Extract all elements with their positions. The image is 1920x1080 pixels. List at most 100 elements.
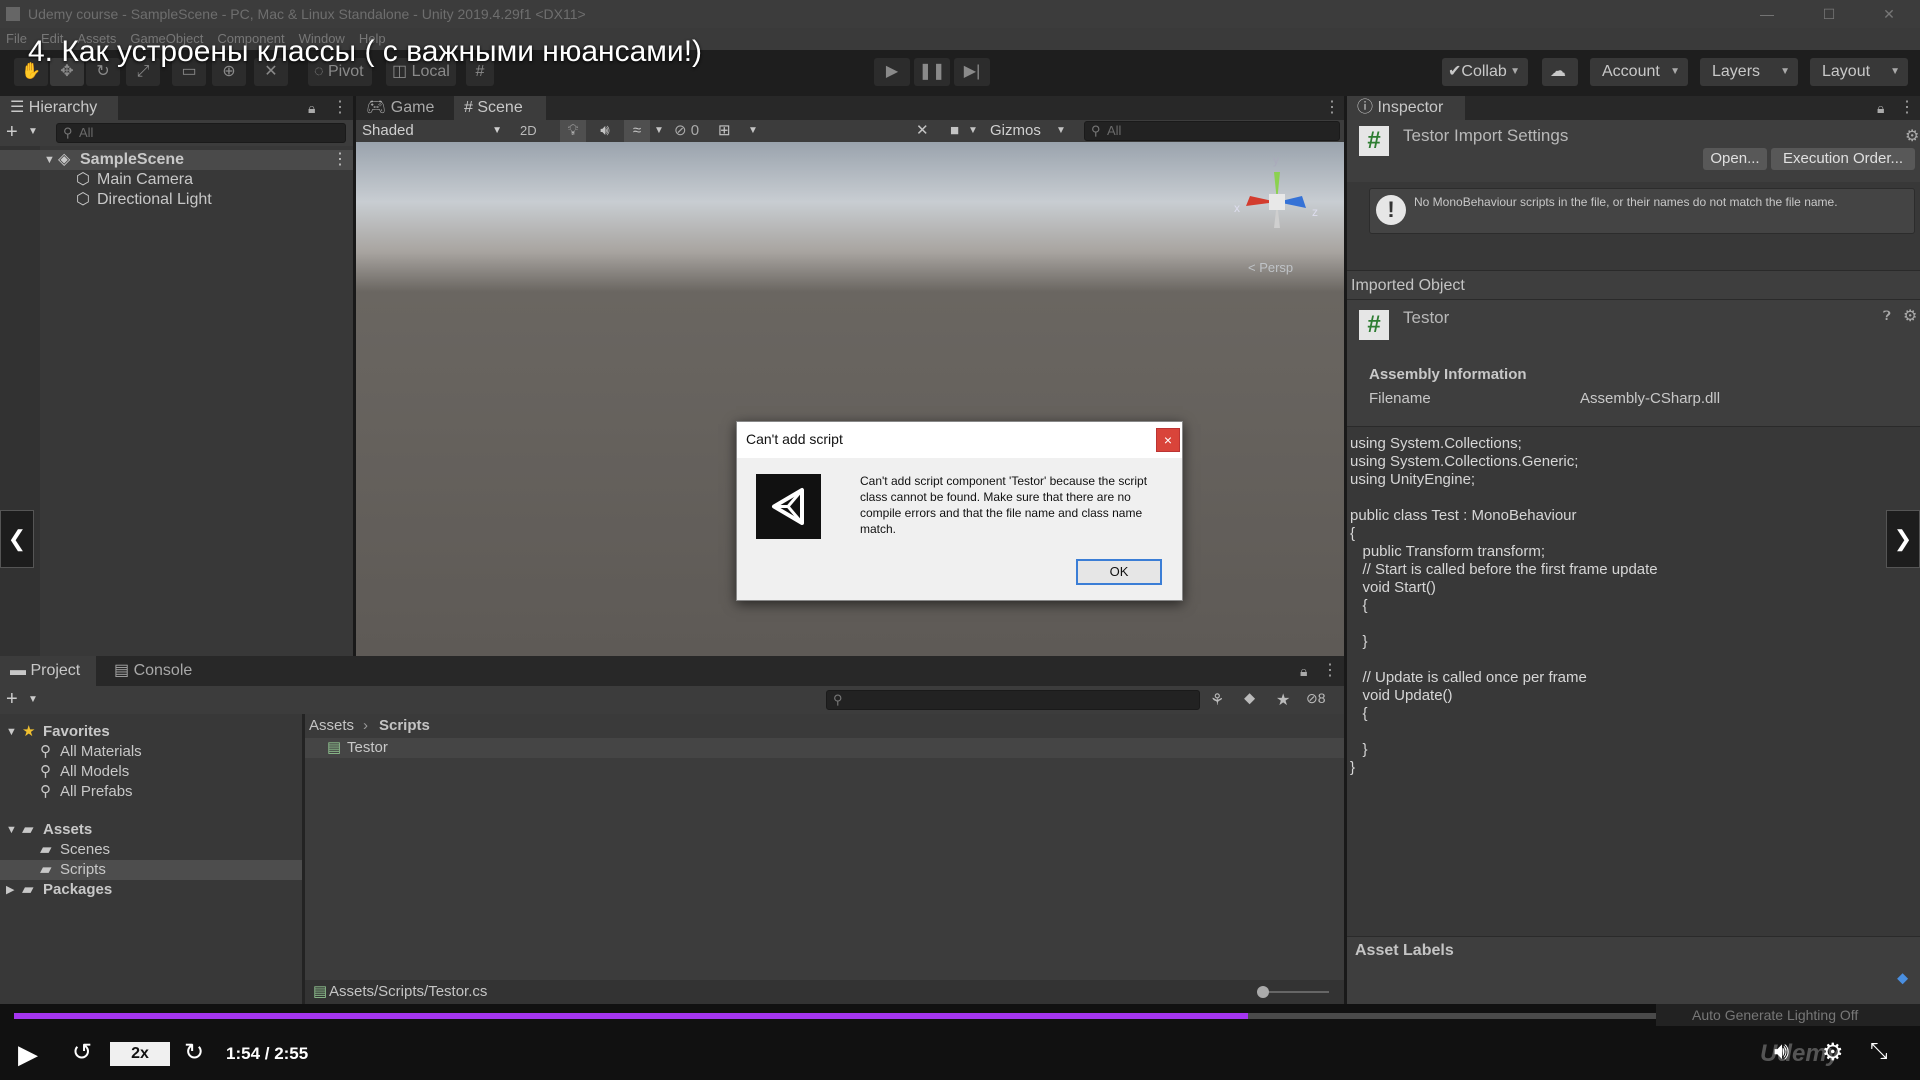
hidden-packages-toggle[interactable]: ⊘8 [1306, 690, 1326, 707]
collapse-arrow-icon[interactable]: ▼ [6, 722, 17, 742]
favorite-item[interactable]: ⚲ All Materials [0, 742, 302, 762]
execution-order-button[interactable]: Execution Order... [1771, 148, 1915, 170]
layers-dropdown[interactable]: Layers ▼ [1700, 58, 1798, 86]
close-window-button[interactable]: ✕ [1866, 0, 1912, 28]
collapse-arrow-icon[interactable]: ▼ [6, 820, 17, 840]
folder-item[interactable]: ▰ Scenes [0, 840, 302, 860]
tab-console[interactable]: ▤ Console [104, 656, 204, 686]
hierarchy-item[interactable]: ⬡ Directional Light [0, 190, 353, 210]
project-tab-bar: ▬ Project ▤ Console 🔒︎ ⋮ [0, 656, 1344, 686]
volume-icon[interactable]: 🔊︎ [1774, 1038, 1789, 1066]
more-options-icon[interactable]: ⋮ [332, 150, 348, 170]
settings-gear-icon[interactable]: ⚙ [1903, 306, 1917, 326]
collab-label: Collab [1461, 63, 1507, 80]
folder-item-selected[interactable]: ▰ Scripts [0, 860, 302, 880]
settings-gear-icon[interactable]: ⚙ [1822, 1038, 1844, 1067]
hidden-objects-toggle[interactable]: ⊘ 0 [674, 120, 699, 142]
assets-row[interactable]: ▼ ▰ Assets [0, 820, 302, 840]
orientation-gizmo[interactable]: y x z [1222, 144, 1332, 254]
menu-file[interactable]: File [6, 28, 27, 50]
rewind-icon[interactable]: ↺ [72, 1038, 92, 1067]
effects-toggle-icon[interactable]: ≈ [624, 120, 650, 142]
add-icon[interactable]: + [6, 121, 18, 144]
toggle-2d-button[interactable]: 2D [520, 120, 537, 142]
more-options-icon[interactable]: ⋮ [1322, 656, 1338, 686]
chevron-down-icon: ▼ [1890, 66, 1900, 77]
chevron-down-icon[interactable]: ▼ [968, 120, 978, 142]
favorite-item[interactable]: ⚲ All Prefabs [0, 782, 302, 802]
lock-icon[interactable]: 🔒︎ [1877, 96, 1884, 120]
next-lecture-icon[interactable]: ❯ [1886, 510, 1920, 568]
gizmo-center-cube[interactable] [1269, 194, 1285, 210]
settings-gear-icon[interactable]: ⚙ [1905, 126, 1919, 146]
pause-button[interactable]: ❚❚ [914, 58, 950, 86]
previous-lecture-icon[interactable]: ❮ [0, 510, 34, 568]
tab-game[interactable]: 🎮︎ Game [356, 96, 452, 120]
more-options-icon[interactable]: ⋮ [1899, 96, 1915, 120]
scene-row[interactable]: ▼ ◈ SampleScene ⋮ [0, 150, 353, 170]
tab-project[interactable]: ▬ Project [0, 656, 96, 686]
label-tag-icon[interactable]: ⬥ [1897, 970, 1908, 988]
chevron-down-icon: ▼ [492, 125, 502, 136]
favorite-item[interactable]: ⚲ All Models [0, 762, 302, 782]
breadcrumb-assets[interactable]: Assets [309, 714, 354, 738]
chevron-down-icon[interactable]: ▼ [748, 120, 758, 142]
shading-mode-dropdown[interactable]: Shaded ▼ [358, 121, 508, 141]
unity-logo-icon [756, 474, 821, 539]
hierarchy-search-input[interactable]: All [56, 123, 346, 143]
scene-search-input[interactable]: All [1084, 121, 1340, 141]
progress-track[interactable] [14, 1013, 1906, 1019]
icon-size-slider-thumb[interactable] [1257, 986, 1269, 998]
search-by-label-icon[interactable]: ⬥ [1244, 690, 1255, 708]
collapse-arrow-icon[interactable]: ▼ [44, 150, 55, 170]
lock-icon[interactable]: 🔒︎ [1300, 656, 1307, 686]
help-icon[interactable]: ❓︎ [1883, 308, 1891, 324]
exit-fullscreen-icon[interactable]: ⤡ [1870, 1038, 1888, 1064]
chevron-down-icon[interactable]: ▼ [28, 694, 38, 705]
more-options-icon[interactable]: ⋮ [332, 96, 348, 120]
play-button[interactable]: ▶ [874, 58, 910, 86]
code-line: } [1350, 633, 1368, 650]
camera-icon[interactable]: ■ [950, 120, 959, 142]
search-by-type-icon[interactable]: ⚘ [1210, 690, 1224, 710]
play-icon[interactable]: ▶ [18, 1036, 54, 1072]
dialog-ok-button[interactable]: OK [1076, 559, 1162, 585]
gizmos-button[interactable]: Gizmos [990, 120, 1041, 142]
projection-label[interactable]: < Persp [1248, 260, 1293, 275]
expand-arrow-icon[interactable]: ▶ [6, 880, 14, 900]
layout-dropdown[interactable]: Layout ▼ [1810, 58, 1908, 86]
tab-scene[interactable]: # Scene [454, 96, 546, 120]
dialog-close-button[interactable]: × [1156, 428, 1180, 452]
grid-toggle-icon[interactable]: ⊞ [718, 120, 731, 142]
breadcrumb-scripts[interactable]: Scripts [379, 714, 430, 738]
minimize-window-button[interactable]: — [1744, 0, 1790, 28]
packages-row[interactable]: ▶ ▰ Packages [0, 880, 302, 900]
lighting-toggle-icon[interactable]: 💡︎ [560, 120, 586, 142]
more-options-icon[interactable]: ⋮ [1324, 96, 1340, 120]
file-item[interactable]: ▤ Testor [305, 738, 1344, 758]
audio-toggle-icon[interactable]: 🔊︎ [592, 120, 618, 142]
tools-icon[interactable]: ✕ [916, 120, 929, 142]
forward-icon[interactable]: ↻ [184, 1038, 204, 1067]
chevron-down-icon[interactable]: ▼ [654, 120, 664, 142]
inspector-header: # Testor Import Settings ⚙ Open... Execu… [1347, 120, 1920, 182]
favorite-star-icon[interactable]: ★ [1276, 690, 1290, 710]
project-search-input[interactable] [826, 690, 1200, 710]
lock-icon[interactable]: 🔒︎ [308, 96, 315, 120]
add-icon[interactable]: + [6, 688, 18, 711]
icon-size-slider-track[interactable] [1259, 991, 1329, 993]
chevron-down-icon[interactable]: ▼ [28, 126, 38, 137]
playback-speed-button[interactable]: 2x [110, 1042, 170, 1066]
favorites-row[interactable]: ▼ ★ Favorites [0, 722, 302, 742]
project-footer: ▤ Assets/Scripts/Testor.cs [305, 980, 1344, 1004]
collab-dropdown[interactable]: ✔Collab ▼ [1442, 58, 1528, 86]
hierarchy-item[interactable]: ⬡ Main Camera [0, 170, 353, 190]
cloud-services-icon[interactable]: ☁ [1542, 58, 1578, 86]
open-button[interactable]: Open... [1703, 148, 1767, 170]
tab-hierarchy[interactable]: ☰ Hierarchy [0, 96, 118, 120]
chevron-down-icon[interactable]: ▼ [1056, 120, 1066, 142]
account-dropdown[interactable]: Account ▼ [1590, 58, 1688, 86]
maximize-window-button[interactable]: ☐ [1806, 0, 1852, 28]
tab-inspector[interactable]: ⓘ Inspector [1347, 96, 1465, 120]
step-button[interactable]: ▶| [954, 58, 990, 86]
